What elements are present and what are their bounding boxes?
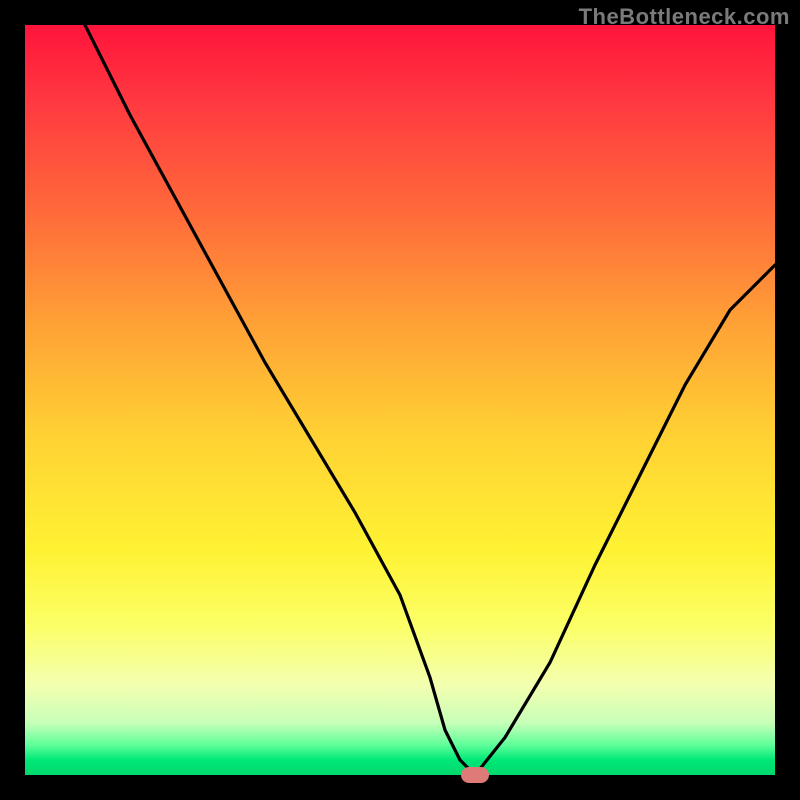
bottleneck-curve <box>25 25 775 775</box>
optimum-marker <box>461 767 489 783</box>
curve-path <box>85 25 775 775</box>
chart-frame: TheBottleneck.com <box>0 0 800 800</box>
watermark-text: TheBottleneck.com <box>579 4 790 30</box>
plot-area <box>25 25 775 775</box>
